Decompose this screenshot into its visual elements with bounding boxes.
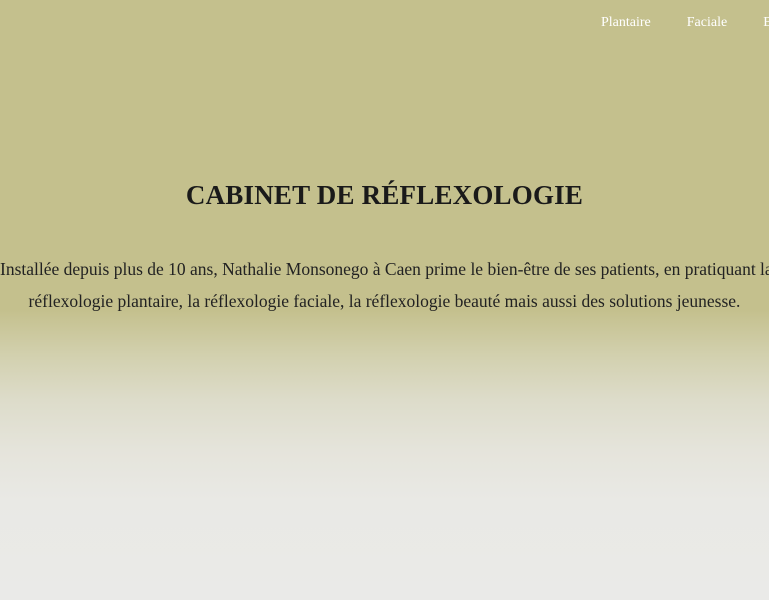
nav-link-faciale[interactable]: Faciale	[687, 14, 727, 32]
intro-line-2: réflexologie plantaire, la réflexologie …	[28, 291, 741, 311]
nav-link-beaute[interactable]: B	[763, 14, 769, 32]
main-navigation: Plantaire Faciale B	[601, 14, 769, 32]
page-title: CABINET DE RÉFLEXOLOGIE	[185, 180, 584, 210]
nav-link-plantaire[interactable]: Plantaire	[601, 14, 651, 32]
intro-paragraph: Installée depuis plus de 10 ans, Nathali…	[0, 253, 769, 317]
intro-line-1: Installée depuis plus de 10 ans, Nathali…	[0, 259, 769, 279]
